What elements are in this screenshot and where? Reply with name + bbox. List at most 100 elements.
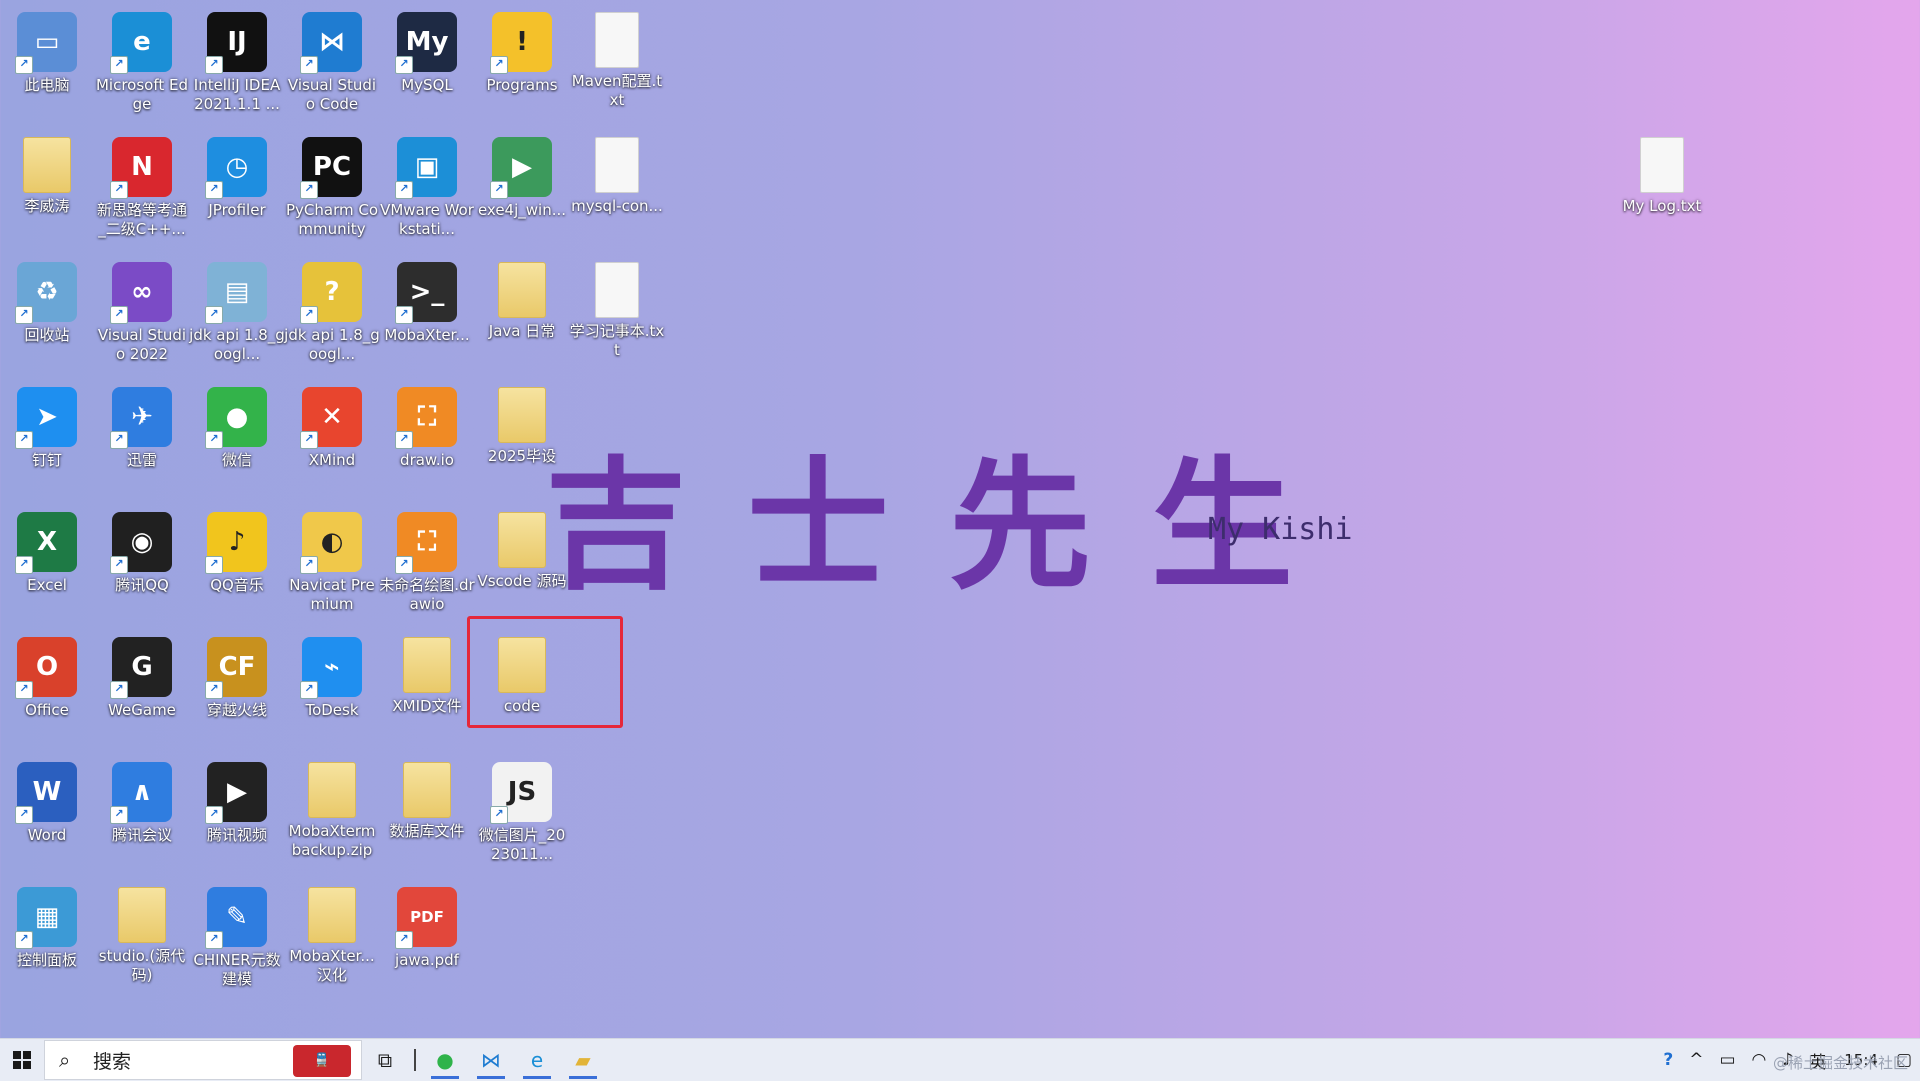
desktop-icon[interactable]: ▣ ↗ VMware Workstati...	[380, 129, 474, 239]
taskbar-file-explorer[interactable]: ▰	[560, 1039, 606, 1081]
app-icon: JS ↗	[490, 762, 552, 824]
taskbar-edge[interactable]: e	[514, 1039, 560, 1081]
desktop-icon[interactable]: Vscode 源码	[475, 504, 569, 591]
task-view-button[interactable]: ⧉	[362, 1039, 408, 1081]
desktop-icon[interactable]: G ↗ WeGame	[95, 629, 189, 720]
app-icon: W ↗	[15, 762, 77, 824]
desktop-icon[interactable]: JS ↗ 微信图片_2023011...	[475, 754, 569, 864]
taskbar-vscode[interactable]: ⋈	[468, 1039, 514, 1081]
shortcut-arrow-icon: ↗	[300, 306, 318, 324]
desktop-icon[interactable]: MobaXter...汉化	[285, 879, 379, 985]
desktop-icon[interactable]: mysql-con...	[570, 129, 664, 216]
desktop-icon[interactable]: Java 日常	[475, 254, 569, 341]
desktop-icon[interactable]: Maven配置.txt	[570, 4, 664, 110]
desktop-icon[interactable]: XMID文件	[380, 629, 474, 716]
desktop-icon[interactable]: ▶ ↗ 腾讯视频	[190, 754, 284, 845]
folder-icon	[498, 262, 546, 318]
desktop-icon[interactable]: N ↗ 新思路等考通_二级C++...	[95, 129, 189, 239]
shortcut-arrow-icon: ↗	[300, 431, 318, 449]
folder-icon	[498, 387, 546, 443]
desktop-icon-label: My Log.txt	[1622, 197, 1702, 215]
chevron-up-icon[interactable]: ^	[1681, 1050, 1711, 1070]
app-icon: ➤ ↗	[15, 387, 77, 449]
desktop-icon[interactable]: ▤ ↗ jdk api 1.8_googl...	[189, 254, 285, 364]
text-file-icon	[595, 12, 639, 68]
desktop-icon-label: QQ音乐	[210, 576, 264, 594]
desktop-icon-label: studio.(源代码)	[98, 947, 186, 984]
desktop-icon[interactable]: ♻ ↗ 回收站	[0, 254, 94, 345]
desktop-icon[interactable]: W ↗ Word	[0, 754, 94, 845]
desktop-icon[interactable]: ✎ ↗ CHINER元数建模	[190, 879, 284, 989]
desktop-icon[interactable]: ● ↗ 微信	[190, 379, 284, 470]
app-icon: CF ↗	[205, 637, 267, 699]
desktop-icon[interactable]: ⌁ ↗ ToDesk	[285, 629, 379, 720]
help-icon[interactable]: ?	[1655, 1050, 1681, 1070]
desktop-icon[interactable]: X ↗ Excel	[0, 504, 94, 595]
desktop-icon[interactable]: 李威涛	[0, 129, 94, 216]
app-icon: ▶ ↗	[205, 762, 267, 824]
search-box[interactable]: ⌕ 搜索 🚆	[44, 1040, 362, 1080]
desktop-icon[interactable]: ◷ ↗ JProfiler	[190, 129, 284, 220]
app-icon: ♪ ↗	[205, 512, 267, 574]
desktop-icon-label: VMware Workstati...	[380, 201, 474, 238]
taskbar-wechat[interactable]: ●	[422, 1039, 468, 1081]
desktop-icon[interactable]: PC ↗ PyCharm Community	[285, 129, 379, 239]
desktop-icon[interactable]: ⛶ ↗ draw.io	[380, 379, 474, 470]
desktop-icon[interactable]: ♪ ↗ QQ音乐	[190, 504, 284, 595]
desktop-icon-label: 微信图片_2023011...	[478, 826, 566, 863]
desktop-icon[interactable]: CF ↗ 穿越火线	[190, 629, 284, 720]
shortcut-arrow-icon: ↗	[490, 181, 508, 199]
text-file-icon	[595, 137, 639, 193]
desktop-icon[interactable]: MobaXterm backup.zip	[285, 754, 379, 860]
desktop-icon[interactable]: ⋈ ↗ Visual Studio Code	[285, 4, 379, 114]
desktop-icon[interactable]: ▦ ↗ 控制面板	[0, 879, 94, 970]
desktop-icon[interactable]: >_ ↗ MobaXter...	[380, 254, 474, 345]
shortcut-arrow-icon: ↗	[15, 806, 33, 824]
desktop-icon[interactable]: My ↗ MySQL	[380, 4, 474, 95]
desktop-icon[interactable]: ▭ ↗ 此电脑	[0, 4, 94, 95]
start-button[interactable]	[0, 1039, 44, 1081]
desktop-icon[interactable]: ◉ ↗ 腾讯QQ	[95, 504, 189, 595]
shortcut-arrow-icon: ↗	[205, 931, 223, 949]
battery-icon[interactable]: ▭	[1711, 1050, 1743, 1070]
desktop-icon[interactable]: IJ ↗ IntelliJ IDEA 2021.1.1 ...	[190, 4, 284, 114]
desktop-icon-label: Word	[27, 826, 67, 844]
app-icon: ▣ ↗	[395, 137, 457, 199]
text-file-icon	[1640, 137, 1684, 193]
desktop-icon[interactable]: ✈ ↗ 迅雷	[95, 379, 189, 470]
desktop-icon-label: 迅雷	[126, 451, 157, 469]
desktop-icon[interactable]: ➤ ↗ 钉钉	[0, 379, 94, 470]
wechat-icon: ●	[436, 1048, 454, 1072]
desktop-icon[interactable]: studio.(源代码)	[95, 879, 189, 985]
shortcut-arrow-icon: ↗	[300, 181, 318, 199]
desktop-icon[interactable]: 数据库文件	[380, 754, 474, 841]
desktop-icon[interactable]: PDF ↗ jawa.pdf	[380, 879, 474, 970]
desktop-icon-label: jdk api 1.8_googl...	[189, 326, 285, 363]
desktop-icon[interactable]: ◐ ↗ Navicat Premium	[285, 504, 379, 614]
shortcut-arrow-icon: ↗	[15, 431, 33, 449]
desktop-icon[interactable]: ∞ ↗ Visual Studio 2022	[95, 254, 189, 364]
shortcut-arrow-icon: ↗	[110, 431, 128, 449]
app-icon: IJ ↗	[205, 12, 267, 74]
app-icon: ▦ ↗	[15, 887, 77, 949]
desktop-icon[interactable]: 2025毕设	[475, 379, 569, 466]
desktop-icon[interactable]: code	[475, 629, 569, 716]
desktop-icon[interactable]: e ↗ Microsoft Edge	[95, 4, 189, 114]
shortcut-arrow-icon: ↗	[15, 931, 33, 949]
app-icon: PC ↗	[300, 137, 362, 199]
desktop-icon[interactable]: O ↗ Office	[0, 629, 94, 720]
desktop-icon[interactable]: 学习记事本.txt	[570, 254, 664, 360]
desktop-icon[interactable]: ! ↗ Programs	[475, 4, 569, 95]
wifi-icon[interactable]: ◠	[1744, 1050, 1775, 1070]
desktop-icon[interactable]: My Log.txt	[1615, 129, 1709, 216]
desktop-icon[interactable]: ∧ ↗ 腾讯会议	[95, 754, 189, 845]
desktop-icon[interactable]: ▶ ↗ exe4j_win...	[475, 129, 569, 220]
desktop-icon[interactable]: ✕ ↗ XMind	[285, 379, 379, 470]
app-icon: ⋈ ↗	[300, 12, 362, 74]
desktop-icon-label: MobaXterm backup.zip	[288, 822, 376, 859]
desktop-icon-label: 腾讯会议	[111, 826, 172, 844]
desktop-icon[interactable]: ? ↗ jdk api 1.8_googl...	[284, 254, 380, 364]
desktop-icon-label: Microsoft Edge	[95, 76, 189, 113]
desktop-icon[interactable]: ⛶ ↗ 未命名绘图.drawio	[379, 504, 475, 614]
desktop-icon-label: 学习记事本.txt	[569, 322, 665, 359]
